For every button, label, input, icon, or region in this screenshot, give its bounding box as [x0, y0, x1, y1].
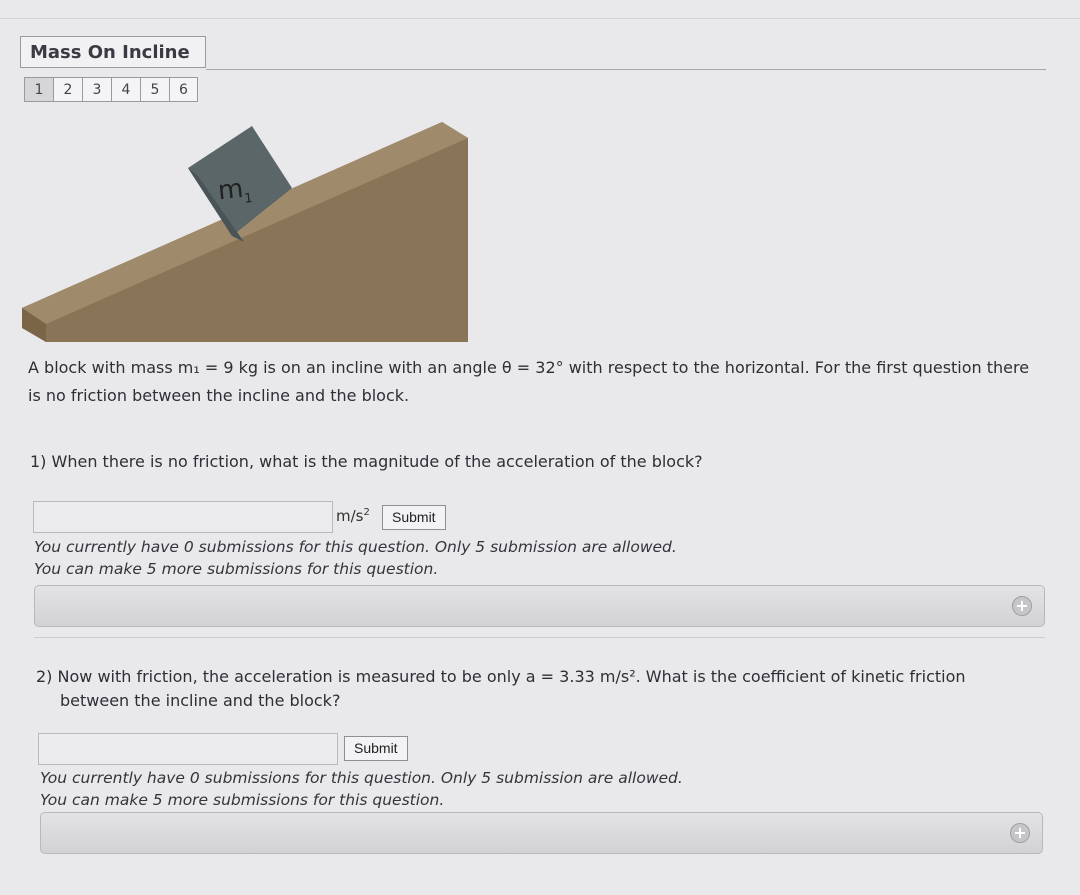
question-divider: [34, 637, 1045, 638]
title-divider: [206, 69, 1046, 70]
question-2-submission-note: You currently have 0 submissions for thi…: [40, 769, 683, 787]
question-2-text-line-1: 2) Now with friction, the acceleration i…: [36, 667, 966, 686]
question-1-hint-bar[interactable]: +: [34, 585, 1045, 627]
tab-6[interactable]: 6: [169, 77, 198, 102]
question-1-submit-button[interactable]: Submit: [382, 505, 446, 530]
tab-4[interactable]: 4: [111, 77, 140, 102]
question-1-answer-input[interactable]: [33, 501, 333, 533]
problem-statement: A block with mass m₁ = 9 kg is on an inc…: [28, 358, 1030, 405]
tab-1[interactable]: 1: [24, 77, 53, 102]
question-1-submission-note: You currently have 0 submissions for thi…: [34, 538, 677, 556]
plus-circle-icon[interactable]: +: [1010, 823, 1030, 843]
question-2-answer-input[interactable]: [38, 733, 338, 765]
plus-circle-icon[interactable]: +: [1012, 596, 1032, 616]
question-1-unit: m/s2: [336, 507, 370, 525]
tab-2[interactable]: 2: [53, 77, 82, 102]
question-2-remaining-note: You can make 5 more submissions for this…: [40, 791, 445, 809]
tab-3[interactable]: 3: [82, 77, 111, 102]
page-top-rule: [0, 18, 1080, 19]
part-tabs: 1 2 3 4 5 6: [24, 77, 198, 102]
question-1-unit-exponent: 2: [363, 507, 370, 518]
question-2-text-line-2: between the incline and the block?: [60, 691, 341, 710]
incline-figure: m1: [22, 122, 468, 342]
tab-5[interactable]: 5: [140, 77, 169, 102]
question-1-text: 1) When there is no friction, what is th…: [30, 452, 703, 471]
question-2-text: 2) Now with friction, the acceleration i…: [36, 665, 1036, 713]
question-1-remaining-note: You can make 5 more submissions for this…: [34, 560, 439, 578]
question-2-submit-button[interactable]: Submit: [344, 736, 408, 761]
question-2-hint-bar[interactable]: +: [40, 812, 1043, 854]
block-mass-subscript: 1: [244, 191, 254, 207]
page-title: Mass On Incline 2: [20, 36, 206, 95]
